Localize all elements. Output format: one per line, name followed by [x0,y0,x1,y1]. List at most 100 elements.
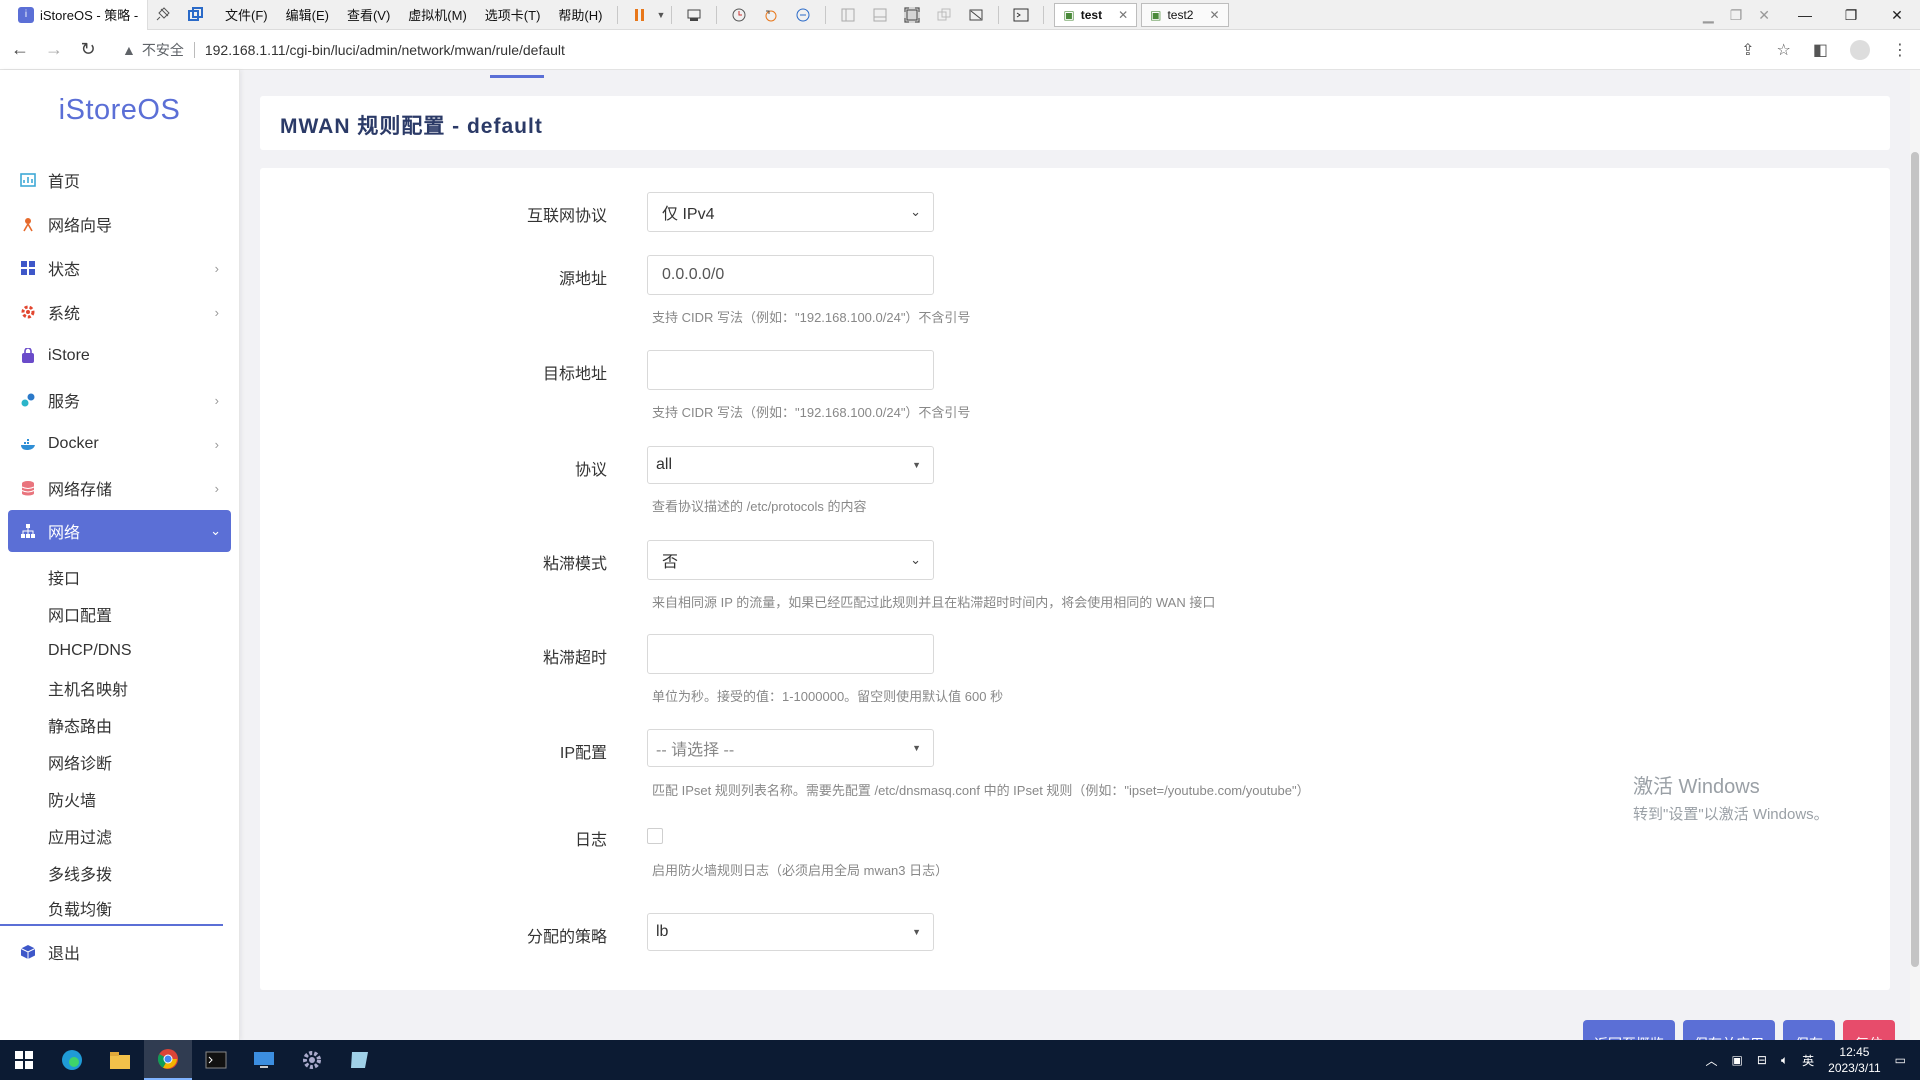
security-indicator[interactable]: ▲ 不安全 [122,40,184,60]
restore-icon[interactable]: ❐ [1828,0,1874,30]
services-icon [20,392,36,408]
sidebar-item-services[interactable]: 服务 › [0,378,239,422]
submenu-item-app-filter[interactable]: 应用过滤 [0,817,239,854]
forward-arrow-icon[interactable]: → [40,39,68,60]
submenu-item-diagnostics[interactable]: 网络诊断 [0,743,239,780]
chevron-right-icon: › [214,392,219,408]
windows-start-icon[interactable] [0,1040,48,1080]
field-label: 互联网协议 [526,208,607,225]
volume-icon[interactable]: 🔈︎ [1781,1053,1788,1068]
file-explorer-icon[interactable] [96,1040,144,1080]
menu-view[interactable]: 查看(V) [338,5,399,24]
vm-tab-test2[interactable]: ▣ test2 ✕ [1141,2,1229,27]
proto-select[interactable]: all ▼ [647,446,934,484]
sidebar-item-docker[interactable]: Docker › [0,422,239,466]
close-icon[interactable]: ✕ [1874,0,1920,30]
close-icon[interactable]: ✕ [1118,8,1128,22]
remote-desktop-icon[interactable] [240,1040,288,1080]
submenu-item-hostnames[interactable]: 主机名映射 [0,669,239,706]
minimize-icon[interactable]: — [1782,0,1828,30]
submenu-item-multiwan[interactable]: 多线多拨 [0,854,239,891]
policy-select[interactable]: lb ▼ [647,913,934,951]
submenu-item-dhcp-dns[interactable]: DHCP/DNS [0,632,239,669]
pause-dropdown-icon[interactable]: ▼ [656,10,665,20]
sidebar-item-network[interactable]: 网络 ⌄ [8,510,231,552]
vm-window-tab[interactable]: i iStoreOS - 策略 - [0,0,148,30]
docker-icon [20,436,36,452]
ipset-select[interactable]: -- 请选择 -- ▼ [647,729,934,767]
chevron-down-icon: ⌄ [910,552,921,567]
menu-file[interactable]: 文件(F) [216,5,277,24]
sticky-select[interactable]: 否 ⌄ [647,540,934,580]
scrollbar-thumb[interactable] [1911,152,1919,967]
terminal-icon[interactable] [192,1040,240,1080]
sidebar-item-storage[interactable]: 网络存储 › [0,466,239,510]
back-arrow-icon[interactable]: ← [6,39,34,60]
close-icon[interactable]: ✕ [1758,7,1770,24]
close-icon[interactable]: ✕ [1209,8,1219,22]
submenu-item-load-balance[interactable]: 负载均衡 [0,891,223,926]
wifi-icon[interactable]: ⊟ [1757,1053,1767,1067]
logout-cube-icon [20,944,36,960]
timeout-input[interactable] [647,634,934,674]
snapshot-manager-icon[interactable] [795,7,811,23]
browser-toolbar: ← → ↻ ▲ 不安全 192.168.1.11/cgi-bin/luci/ad… [0,30,1920,70]
submenu-item-port-config[interactable]: 网口配置 [0,595,239,632]
notification-icon[interactable]: ▭ [1895,1053,1906,1067]
sidebar-item-logout[interactable]: 退出 [0,930,239,974]
share-icon[interactable]: ⇪ [1741,40,1754,60]
sidebar-item-status[interactable]: 状态 › [0,246,239,290]
edge-browser-icon[interactable] [48,1040,96,1080]
pin-icon[interactable] [156,6,172,23]
network-status-icon[interactable]: ▣ [1732,1053,1743,1067]
brand-logo[interactable]: iStoreOS [0,94,239,148]
sidebar-item-home[interactable]: 首页 [0,158,239,202]
menu-edit[interactable]: 编辑(E) [277,5,338,24]
settings-gear-icon[interactable] [288,1040,336,1080]
vm-tab-test[interactable]: ▣ test ✕ [1054,2,1138,27]
sidebar-item-istore[interactable]: iStore [0,334,239,378]
clock-time: 12:45 [1839,1045,1870,1059]
sidebar: iStoreOS 首页 网络向导 状态 › 系统 › iStore 服务 › D… [0,70,240,1040]
bookmark-star-icon[interactable]: ☆ [1777,40,1791,60]
minimize-icon[interactable]: ▁ [1703,7,1714,24]
submenu-item-firewall[interactable]: 防火墙 [0,780,239,817]
autofit-icon[interactable] [968,7,984,23]
send-keys-icon[interactable] [686,7,702,23]
address-bar[interactable]: ▲ 不安全 192.168.1.11/cgi-bin/luci/admin/ne… [112,35,1812,65]
restore-icon[interactable]: ❐ [1730,7,1743,24]
pause-icon[interactable] [632,7,648,23]
sidebar-item-wizard[interactable]: 网络向导 [0,202,239,246]
menu-vm[interactable]: 虚拟机(M) [399,5,476,24]
side-panel-icon[interactable]: ◧ [1813,40,1828,60]
submenu-item-interfaces[interactable]: 接口 [0,558,239,595]
ime-indicator[interactable]: 英 [1802,1052,1814,1069]
family-select[interactable]: 仅 IPv4 ⌄ [647,192,934,232]
sidebar-view-icon[interactable] [840,7,856,23]
thumbnail-view-icon[interactable] [872,7,888,23]
logging-checkbox[interactable] [647,828,663,844]
field-label: 分配的策略 [526,929,607,946]
menu-help[interactable]: 帮助(H) [549,5,611,24]
revert-snapshot-icon[interactable] [763,7,779,23]
submenu-item-static-routes[interactable]: 静态路由 [0,706,239,743]
profile-avatar-icon[interactable] [1850,40,1870,60]
console-icon[interactable] [1013,7,1029,23]
menu-tabs[interactable]: 选项卡(T) [476,5,550,24]
fullscreen-icon[interactable] [904,6,921,23]
reload-icon[interactable]: ↻ [74,39,102,60]
tray-overflow-icon[interactable]: ︿ [1706,1052,1718,1069]
sidebar-item-label: Docker [48,435,99,452]
src-ip-input[interactable]: 0.0.0.0/0 [647,255,934,295]
page-scrollbar[interactable] [1910,70,1920,1040]
kebab-menu-icon[interactable]: ⋮ [1892,40,1908,60]
snapshot-icon[interactable] [731,7,747,23]
clock[interactable]: 12:45 2023/3/11 [1828,1044,1881,1076]
dest-ip-input[interactable] [647,350,934,390]
separator [617,5,619,24]
unity-icon[interactable] [936,7,952,23]
vmware-app-icon[interactable] [336,1040,384,1080]
chrome-icon[interactable] [144,1040,192,1080]
sidebar-item-system[interactable]: 系统 › [0,290,239,334]
url-text[interactable]: 192.168.1.11/cgi-bin/luci/admin/network/… [205,42,565,58]
